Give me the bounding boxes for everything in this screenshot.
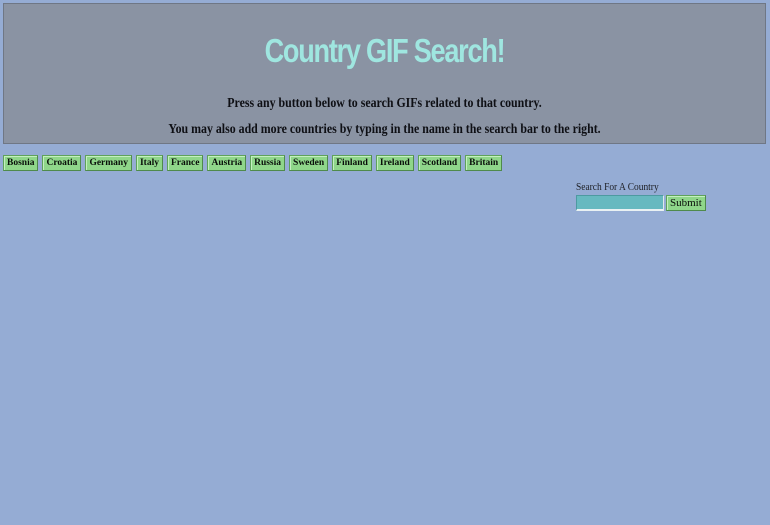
- country-button-britain[interactable]: Britain: [465, 155, 503, 171]
- country-button-russia[interactable]: Russia: [250, 155, 286, 171]
- search-row: Submit: [576, 195, 716, 211]
- country-button-bosnia[interactable]: Bosnia: [3, 155, 39, 171]
- search-label: Search For A Country: [576, 182, 659, 193]
- submit-button[interactable]: Submit: [666, 195, 706, 211]
- country-button-sweden[interactable]: Sweden: [289, 155, 329, 171]
- instruction-text-buttons: Press any button below to search GIFs re…: [227, 95, 542, 110]
- instruction-text-search: You may also add more countries by typin…: [168, 121, 601, 136]
- country-button-germany[interactable]: Germany: [85, 155, 132, 171]
- country-button-italy[interactable]: Italy: [135, 155, 163, 171]
- country-button-croatia[interactable]: Croatia: [42, 155, 82, 171]
- page-title: Country GIF Search!: [264, 32, 506, 69]
- country-button-row: Bosnia Croatia Germany Italy France Austria Ru…: [3, 155, 503, 171]
- country-search-form: Search For A Country Submit: [576, 181, 716, 211]
- gif-results-area: [3, 215, 563, 515]
- country-button-scotland[interactable]: Scotland: [417, 155, 462, 171]
- country-button-finland[interactable]: Finland: [332, 155, 372, 171]
- page-header: Country GIF Search! Press any button bel…: [3, 3, 766, 144]
- country-button-ireland[interactable]: Ireland: [375, 155, 414, 171]
- country-button-austria[interactable]: Austria: [207, 155, 247, 171]
- page: { "header": { "title": "Country GIF Sear…: [0, 0, 770, 525]
- country-search-input[interactable]: [576, 195, 664, 211]
- country-button-france[interactable]: France: [166, 155, 204, 171]
